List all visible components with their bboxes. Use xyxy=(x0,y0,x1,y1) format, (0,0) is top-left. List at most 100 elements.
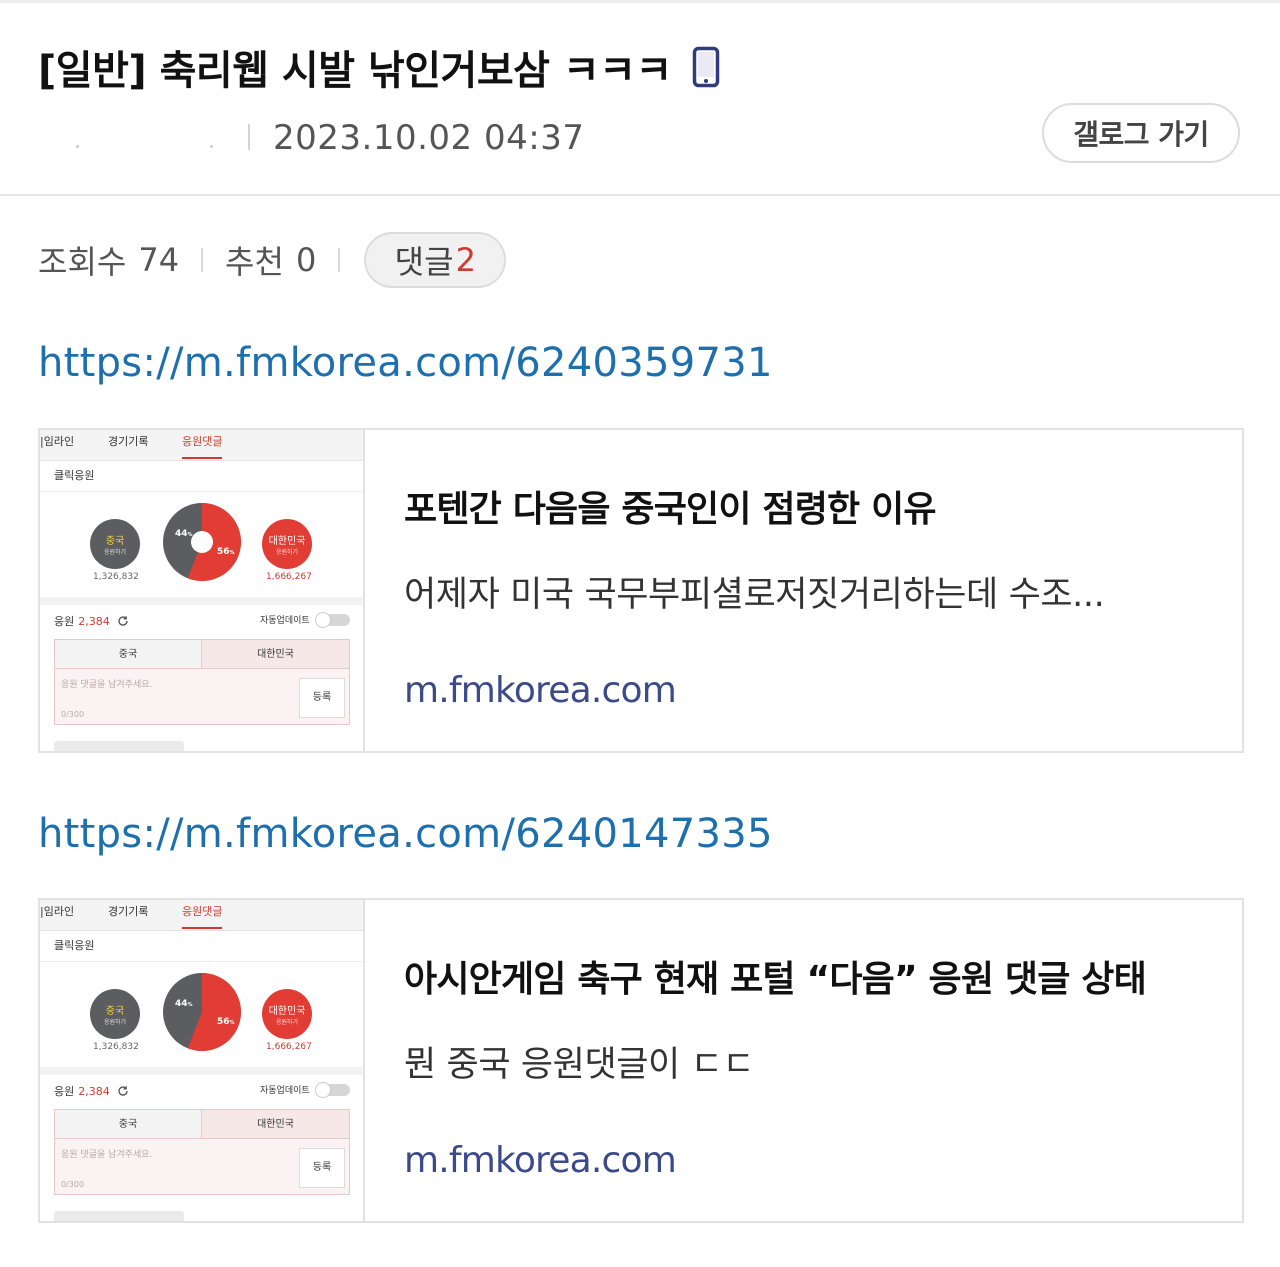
cheer-count: 2,384 xyxy=(78,614,110,628)
post-stats: 조회수 74 추천 0 댓글 2 xyxy=(38,232,507,288)
china-label: 중국 xyxy=(105,536,125,547)
preview-thumbnail: |임라인 경기기록 응원댓글 클릭응원 중국 응원하기 44% 56% 대한민국… xyxy=(40,430,365,751)
card-description: 어제자 미국 국무부피셜로저짓거리하는데 수조... xyxy=(404,575,1105,615)
comment-count: 2 xyxy=(455,241,476,279)
comment-tab-korea: 대한민국 xyxy=(202,640,349,669)
cheer-count: 2,384 xyxy=(78,1084,110,1098)
thumb-tab-active: 응원댓글 xyxy=(182,905,223,918)
auto-update-label: 자동업데이트 xyxy=(260,1086,310,1096)
comment-placeholder: 응원 댓글을 남겨주세요. xyxy=(61,1150,153,1160)
comment-placeholder: 응원 댓글을 남겨주세요. xyxy=(61,680,153,690)
active-tab-underline xyxy=(182,457,222,459)
auto-update-label: 자동업데이트 xyxy=(260,616,310,626)
comment-tab-china: 중국 xyxy=(55,640,202,669)
card-text: 포텐간 다음을 중국인이 점령한 이유 어제자 미국 국무부피셜로저짓거리하는데… xyxy=(404,430,1242,751)
card-text: 아시안게임 축구 현재 포털 “다음” 응원 댓글 상태 뭔 중국 응원댓글이 … xyxy=(404,900,1242,1221)
recommend-label: 추천 xyxy=(225,243,284,281)
cheer-donut-chart: 44% 56% xyxy=(163,973,242,1051)
click-cheer-label: 클릭응원 xyxy=(54,939,95,952)
cheer-comment-box: 중국 대한민국 응원 댓글을 남겨주세요. 0/300 등록 xyxy=(54,639,350,725)
china-count: 1,326,832 xyxy=(93,572,139,582)
china-sub-label: 응원하기 xyxy=(103,549,127,556)
author-nickname-blurred xyxy=(70,145,220,151)
post-date: 2023.10.02 04:37 xyxy=(273,118,585,158)
comment-tab-china: 중국 xyxy=(55,1110,202,1139)
header-divider xyxy=(0,194,1280,196)
thumb-tabs: |임라인 경기기록 응원댓글 xyxy=(40,430,363,461)
comment-button[interactable]: 댓글 2 xyxy=(364,232,507,288)
refresh-icon xyxy=(118,1086,128,1096)
comment-tab-korea: 대한민국 xyxy=(202,1110,349,1139)
korea-label: 대한민국 xyxy=(268,1006,306,1017)
stat-separator xyxy=(201,248,204,272)
thumb-band xyxy=(40,597,363,605)
percent-unit: % xyxy=(230,550,235,556)
views-count: 74 xyxy=(138,241,180,279)
comment-counter: 0/300 xyxy=(61,710,85,719)
auto-update-toggle xyxy=(315,1082,350,1098)
comment-submit: 등록 xyxy=(299,1148,345,1188)
comment-label: 댓글 xyxy=(394,243,454,281)
china-percent: 44 xyxy=(175,999,188,1009)
korea-cheer-circle: 대한민국 응원하기 xyxy=(262,989,312,1039)
post-title: [일반] 축리웹 시발 낚인거보삼 ㅋㅋㅋ xyxy=(38,38,720,96)
percent-unit: % xyxy=(188,1002,193,1008)
cheer-row: 응원 2,384 xyxy=(54,1083,129,1099)
thumb-bottom-tab xyxy=(54,1211,184,1221)
thumb-tab: |임라인 xyxy=(40,905,75,918)
thumb-divider xyxy=(40,961,363,962)
meta-separator xyxy=(248,124,250,150)
percent-unit: % xyxy=(188,532,193,538)
link-preview-card[interactable]: |임라인 경기기록 응원댓글 클릭응원 중국 응원하기 44% 56% 대한민국… xyxy=(38,898,1244,1223)
auto-update-toggle xyxy=(315,612,350,628)
views-label: 조회수 xyxy=(38,243,127,281)
post-link[interactable]: https://m.fmkorea.com/6240359731 xyxy=(38,340,773,386)
card-title: 아시안게임 축구 현재 포털 “다음” 응원 댓글 상태 xyxy=(404,959,1147,1000)
percent-unit: % xyxy=(230,1020,235,1026)
preview-thumbnail: |임라인 경기기록 응원댓글 클릭응원 중국 응원하기 44% 56% 대한민국… xyxy=(40,900,365,1221)
refresh-icon xyxy=(118,616,128,626)
china-percent: 44 xyxy=(175,529,188,539)
korea-count: 1,666,267 xyxy=(266,572,312,582)
active-tab-underline xyxy=(182,927,222,929)
top-divider xyxy=(0,0,1280,3)
card-domain: m.fmkorea.com xyxy=(404,670,677,711)
thumb-divider xyxy=(40,491,363,492)
card-title: 포텐간 다음을 중국인이 점령한 이유 xyxy=(404,489,937,530)
comment-counter: 0/300 xyxy=(61,1180,85,1189)
china-cheer-circle: 중국 응원하기 xyxy=(90,519,140,569)
card-domain: m.fmkorea.com xyxy=(404,1140,677,1181)
korea-cheer-circle: 대한민국 응원하기 xyxy=(262,519,312,569)
thumb-tab: 경기기록 xyxy=(108,435,149,448)
gallog-button[interactable]: 갤로그 가기 xyxy=(1042,103,1240,163)
recommend-count: 0 xyxy=(295,241,317,279)
link-preview-card[interactable]: |임라인 경기기록 응원댓글 클릭응원 중국 응원하기 44% 56% 대한민국… xyxy=(38,428,1244,753)
comment-submit: 등록 xyxy=(299,678,345,718)
cheer-label: 응원 xyxy=(54,615,75,628)
cheer-label: 응원 xyxy=(54,1085,75,1098)
post-link[interactable]: https://m.fmkorea.com/6240147335 xyxy=(38,811,773,857)
thumb-tab: |임라인 xyxy=(40,435,75,448)
korea-percent: 56 xyxy=(217,1017,230,1027)
korea-count: 1,666,267 xyxy=(266,1042,312,1052)
thumb-band xyxy=(40,1067,363,1075)
mobile-phone-icon xyxy=(692,46,720,88)
korea-sub-label: 응원하기 xyxy=(275,549,299,556)
stat-separator xyxy=(338,248,341,272)
cheer-comment-box: 중국 대한민국 응원 댓글을 남겨주세요. 0/300 등록 xyxy=(54,1109,350,1195)
cheer-donut-chart: 44% 56% xyxy=(163,503,242,581)
china-count: 1,326,832 xyxy=(93,1042,139,1052)
korea-percent: 56 xyxy=(217,547,230,557)
thumb-tab-active: 응원댓글 xyxy=(182,435,223,448)
thumb-tab: 경기기록 xyxy=(108,905,149,918)
china-label: 중국 xyxy=(105,1006,125,1017)
click-cheer-label: 클릭응원 xyxy=(54,469,95,482)
korea-label: 대한민국 xyxy=(268,536,306,547)
cheer-row: 응원 2,384 xyxy=(54,613,129,629)
thumb-bottom-tab xyxy=(54,741,184,751)
china-cheer-circle: 중국 응원하기 xyxy=(90,989,140,1039)
post-title-text: [일반] 축리웹 시발 낚인거보삼 ㅋㅋㅋ xyxy=(38,48,672,94)
thumb-tabs: |임라인 경기기록 응원댓글 xyxy=(40,900,363,931)
card-description: 뭔 중국 응원댓글이 ㄷㄷ xyxy=(404,1045,755,1085)
korea-sub-label: 응원하기 xyxy=(275,1019,299,1026)
